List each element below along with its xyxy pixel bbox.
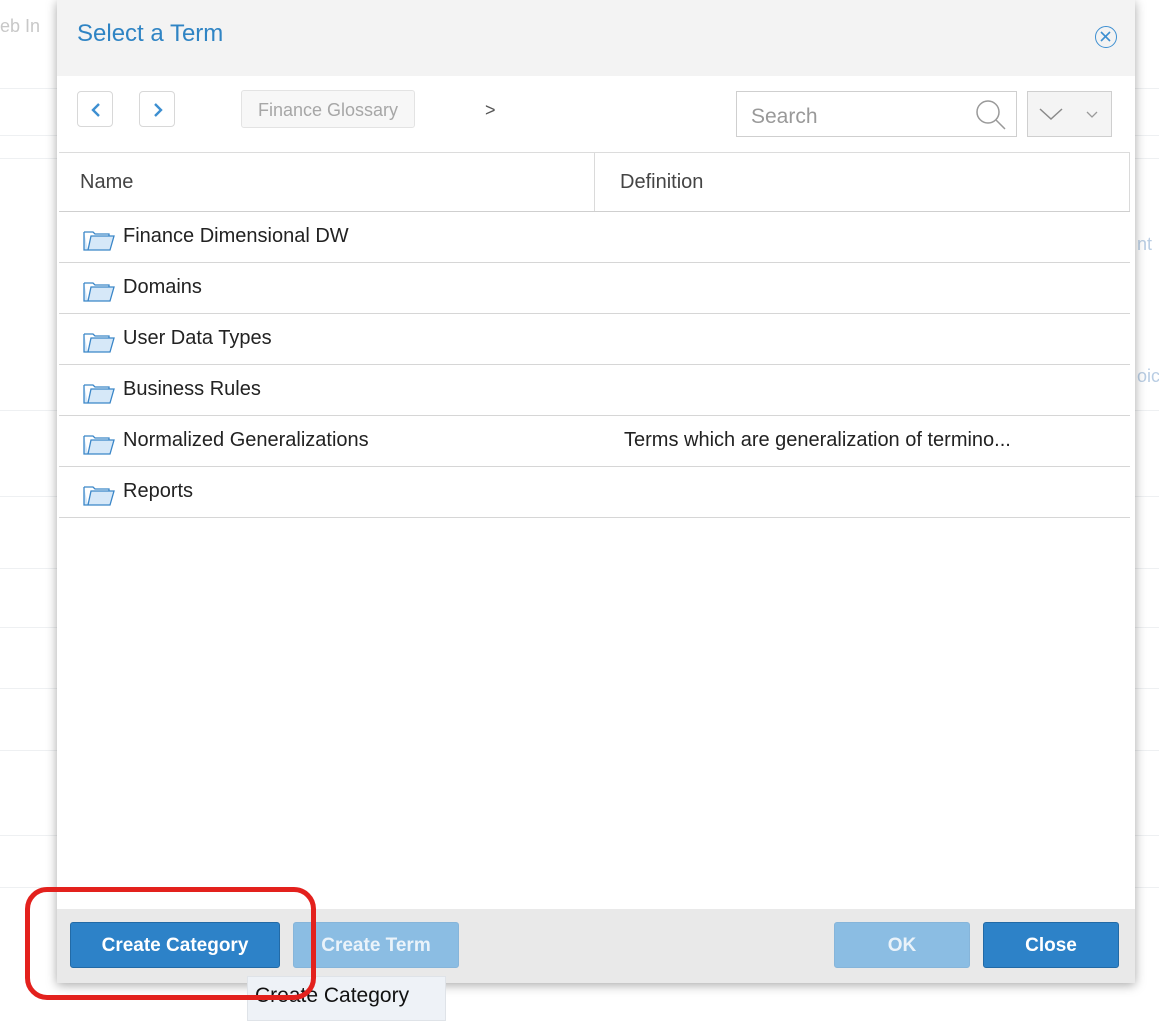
folder-icon: [83, 231, 115, 251]
caret-down-icon: [1086, 111, 1098, 118]
dialog-titlebar: Select a Term: [57, 0, 1135, 76]
row-name: Normalized Generalizations: [123, 429, 369, 451]
create-category-button[interactable]: Create Category: [70, 922, 280, 968]
search-placeholder: Search: [751, 105, 818, 128]
chevron-left-icon: [91, 103, 100, 117]
select-term-dialog: Select a Term Finance Glossary > Search: [57, 0, 1135, 983]
folder-icon: [83, 333, 115, 353]
dialog-footer: Create Category Create Term OK Close: [57, 909, 1135, 983]
background-page-text: eb In: [0, 16, 41, 36]
x-icon: [1100, 31, 1111, 42]
row-name: User Data Types: [123, 327, 272, 349]
background-link-fragment: oic: [1137, 366, 1159, 386]
search-icon[interactable]: [974, 98, 1008, 132]
row-name: Domains: [123, 276, 202, 298]
table-row[interactable]: Finance Dimensional DW: [59, 212, 1130, 263]
row-definition: Terms which are generalization of termin…: [624, 429, 1011, 451]
background-link-fragment: nt: [1137, 234, 1153, 254]
row-name: Finance Dimensional DW: [123, 225, 349, 247]
ok-button[interactable]: OK: [834, 922, 970, 968]
close-button[interactable]: Close: [983, 922, 1119, 968]
breadcrumb-finance-glossary[interactable]: Finance Glossary: [241, 90, 416, 128]
back-button[interactable]: [77, 91, 113, 127]
dialog-title: Select a Term: [77, 20, 224, 47]
dialog-toolbar: Finance Glossary > Search: [57, 76, 1135, 152]
close-circle-icon[interactable]: [1095, 26, 1117, 48]
forward-button[interactable]: [139, 91, 175, 127]
row-name: Business Rules: [123, 378, 261, 400]
chevron-right-icon: [154, 103, 163, 117]
row-name: Reports: [123, 480, 194, 502]
table-row[interactable]: User Data Types: [59, 314, 1130, 365]
folder-icon: [83, 384, 115, 404]
folder-icon: [83, 282, 115, 302]
breadcrumb-separator: >: [485, 100, 496, 120]
column-divider: [1129, 153, 1130, 211]
folder-icon: [83, 486, 115, 506]
column-header-definition[interactable]: Definition: [620, 171, 703, 194]
terms-table: Name Definition Finance Dimensional DW D…: [59, 152, 1130, 910]
table-row[interactable]: Normalized Generalizations Terms which a…: [59, 416, 1130, 467]
create-category-tooltip: Create Category: [247, 976, 446, 1021]
table-row[interactable]: Domains: [59, 263, 1130, 314]
table-row[interactable]: Reports: [59, 467, 1130, 518]
chevron-down-icon: [1039, 108, 1063, 121]
column-divider: [594, 153, 595, 211]
create-term-button[interactable]: Create Term: [293, 922, 459, 968]
table-row[interactable]: Business Rules: [59, 365, 1130, 416]
column-header-name[interactable]: Name: [80, 171, 133, 194]
folder-icon: [83, 435, 115, 455]
table-header: Name Definition: [59, 153, 1130, 212]
filter-dropdown[interactable]: [1027, 91, 1112, 137]
search-input[interactable]: Search: [736, 91, 1017, 137]
